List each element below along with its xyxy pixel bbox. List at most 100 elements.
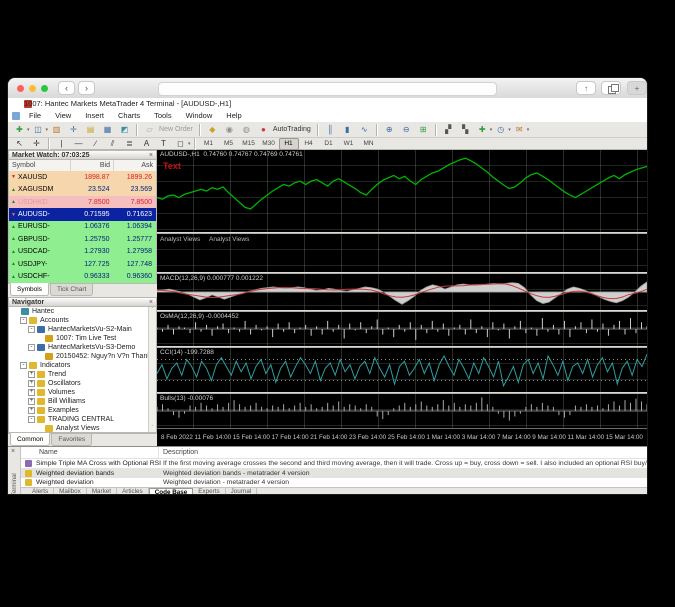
navigator-icon[interactable]: ▤ xyxy=(83,123,98,137)
metaeditor-icon[interactable]: ◆ xyxy=(205,123,220,137)
menu-tools[interactable]: Tools xyxy=(147,110,179,122)
tree-item[interactable]: +Bill Williams xyxy=(9,397,156,406)
horizontal-line-tool-icon[interactable]: — xyxy=(71,137,86,151)
expand-icon[interactable]: + xyxy=(28,371,35,378)
menu-insert[interactable]: Insert xyxy=(78,110,111,122)
menu-window[interactable]: Window xyxy=(179,110,220,122)
column-ask[interactable]: Ask xyxy=(114,160,156,171)
tree-item[interactable]: -Indicators xyxy=(9,361,156,370)
collapse-icon[interactable]: - xyxy=(28,416,35,423)
trendline-tool-icon[interactable]: ∕ xyxy=(88,137,103,151)
tree-item[interactable]: +Oscillators xyxy=(9,379,156,388)
cci-subwindow[interactable]: CCI(14) -199.7288 xyxy=(157,348,647,392)
collapse-icon[interactable]: - xyxy=(28,344,35,351)
market-watch-row[interactable]: ▲USDCAD-1.279301.27958 xyxy=(9,246,156,258)
templates-list-icon[interactable]: ✉ xyxy=(512,123,527,137)
analyst-views-subwindow[interactable]: Analyst Views Analyst Views xyxy=(157,234,647,272)
market-watch-row[interactable]: ▼XAUUSD1898.871899.26 xyxy=(9,171,156,183)
column-bid[interactable]: Bid xyxy=(71,160,114,171)
zoom-in-icon[interactable]: ⊕ xyxy=(382,123,397,137)
share-icon[interactable]: ↑ xyxy=(576,81,596,95)
macd-subwindow[interactable]: MACD(12,26,9) 0.000777 0.001222 xyxy=(157,274,647,310)
market-watch-row[interactable]: ▲USDHKD7.85007.8500 xyxy=(9,196,156,208)
tree-item[interactable]: -HantecMarketsVu-S3-Demo xyxy=(9,343,156,352)
terminal-row[interactable]: Simple Triple MA Cross with Optional RSI… xyxy=(21,459,647,468)
market-watch-row[interactable]: ▲USDJPY-127.725127.748 xyxy=(9,258,156,270)
terminal-tab-experts[interactable]: Experts xyxy=(193,488,225,494)
time-axis[interactable]: 8 Feb 202211 Feb 14:0015 Feb 14:0017 Feb… xyxy=(157,428,647,446)
terminal-tab-articles[interactable]: Articles xyxy=(117,488,149,494)
navigator-scrollbar[interactable]: ˆ ˇ xyxy=(148,307,156,432)
market-watch-close-icon[interactable]: × xyxy=(149,151,153,161)
fibonacci-tool-icon[interactable]: ≣ xyxy=(122,137,137,151)
terminal-tab-mailbox[interactable]: Mailbox xyxy=(54,488,87,494)
market-watch-tab-tick-chart[interactable]: Tick Chart xyxy=(50,284,93,296)
terminal-row[interactable]: Weighted deviationWeighted deviation - m… xyxy=(21,478,647,487)
zoom-out-icon[interactable]: ⊖ xyxy=(399,123,414,137)
tree-item[interactable]: -TRADING CENTRAL xyxy=(9,415,156,424)
terminal-row[interactable]: Weighted deviation bandsWeighted deviati… xyxy=(21,468,647,477)
terminal-close-icon[interactable]: × xyxy=(11,448,15,455)
column-description[interactable]: Description xyxy=(159,447,647,458)
timeframe-m15[interactable]: M15 xyxy=(239,138,259,150)
timeframe-d1[interactable]: D1 xyxy=(319,138,339,150)
periods-list-icon[interactable]: ◷ xyxy=(493,123,508,137)
navigator-tab-common[interactable]: Common xyxy=(10,433,50,446)
timeframe-m1[interactable]: M1 xyxy=(199,138,219,150)
price-chart[interactable]: AUDUSD-,H1 0.74760 0.74767 0.74769 0.747… xyxy=(157,150,647,232)
channel-tool-icon[interactable]: ⫽ xyxy=(105,137,120,151)
new-order-icon[interactable]: ▱ xyxy=(142,123,157,137)
fullscreen-window-button[interactable] xyxy=(41,85,48,92)
market-watch-icon[interactable]: ▥ xyxy=(49,123,64,137)
back-button[interactable]: ‹ xyxy=(58,81,75,95)
collapse-icon[interactable]: - xyxy=(20,362,27,369)
bulls-subwindow[interactable]: Bulls(13) -0.00076 xyxy=(157,394,647,428)
tree-item[interactable]: +Trend xyxy=(9,370,156,379)
chart-shift-icon[interactable]: ▚ xyxy=(458,123,473,137)
market-watch-row[interactable]: ▲EURUSD-1.063761.06394 xyxy=(9,221,156,233)
shapes-tool-icon[interactable]: ◻ xyxy=(173,137,188,151)
timeframe-m5[interactable]: M5 xyxy=(219,138,239,150)
tree-item[interactable]: Hantec xyxy=(9,307,156,316)
tree-item[interactable]: +Volumes xyxy=(9,388,156,397)
text-tool-icon[interactable]: A xyxy=(139,137,154,151)
profiles-dropdown-icon[interactable]: ▾ xyxy=(46,127,49,133)
indicators-list-icon[interactable]: ✚ xyxy=(475,123,490,137)
autotrading-icon[interactable]: ● xyxy=(256,123,271,137)
strategy-tester-icon[interactable]: ◩ xyxy=(117,123,132,137)
collapse-icon[interactable]: - xyxy=(28,326,35,333)
candlestick-mode-icon[interactable]: ▮ xyxy=(340,123,355,137)
new-tab-button[interactable]: + xyxy=(627,81,647,95)
profiles-icon[interactable]: ◫ xyxy=(31,123,46,137)
new-chart-dropdown-icon[interactable]: ▾ xyxy=(27,127,30,133)
tree-item[interactable]: -Accounts xyxy=(9,316,156,325)
column-symbol[interactable]: Symbol xyxy=(9,160,71,171)
timeframe-m30[interactable]: M30 xyxy=(259,138,279,150)
data-window-icon[interactable]: ✛ xyxy=(66,123,81,137)
scroll-up-icon[interactable]: ˆ xyxy=(149,307,156,314)
periods-list-dropdown-icon[interactable]: ▾ xyxy=(508,127,511,133)
terminal-tab-market[interactable]: Market xyxy=(87,488,117,494)
navigator-tab-favorites[interactable]: Favorites xyxy=(51,434,92,446)
timeframe-h1[interactable]: H1 xyxy=(279,138,299,150)
menu-view[interactable]: View xyxy=(48,110,78,122)
address-bar[interactable] xyxy=(158,82,497,96)
market-watch-row[interactable]: ▼AUDUSD-0.715950.71623 xyxy=(9,208,156,220)
menu-charts[interactable]: Charts xyxy=(111,110,147,122)
scroll-down-icon[interactable]: ˇ xyxy=(149,425,156,432)
timeframe-w1[interactable]: W1 xyxy=(339,138,359,150)
expand-icon[interactable]: + xyxy=(28,389,35,396)
market-watch-tab-symbols[interactable]: Symbols xyxy=(10,283,49,296)
tile-windows-icon[interactable]: ⊞ xyxy=(416,123,431,137)
tree-item[interactable]: Analyst Views xyxy=(9,424,156,433)
bar-chart-mode-icon[interactable]: ║ xyxy=(323,123,338,137)
timeframe-h4[interactable]: H4 xyxy=(299,138,319,150)
menu-file[interactable]: File xyxy=(22,110,48,122)
minimize-window-button[interactable] xyxy=(29,85,36,92)
collapse-icon[interactable]: - xyxy=(20,317,27,324)
market-watch-row[interactable]: ▲GBPUSD-1.257501.25777 xyxy=(9,233,156,245)
osma-subwindow[interactable]: OsMA(12,26,9) -0.0004452 xyxy=(157,312,647,346)
expand-icon[interactable]: + xyxy=(28,380,35,387)
line-chart-mode-icon[interactable]: ∿ xyxy=(357,123,372,137)
terminal-icon[interactable]: ▦ xyxy=(100,123,115,137)
